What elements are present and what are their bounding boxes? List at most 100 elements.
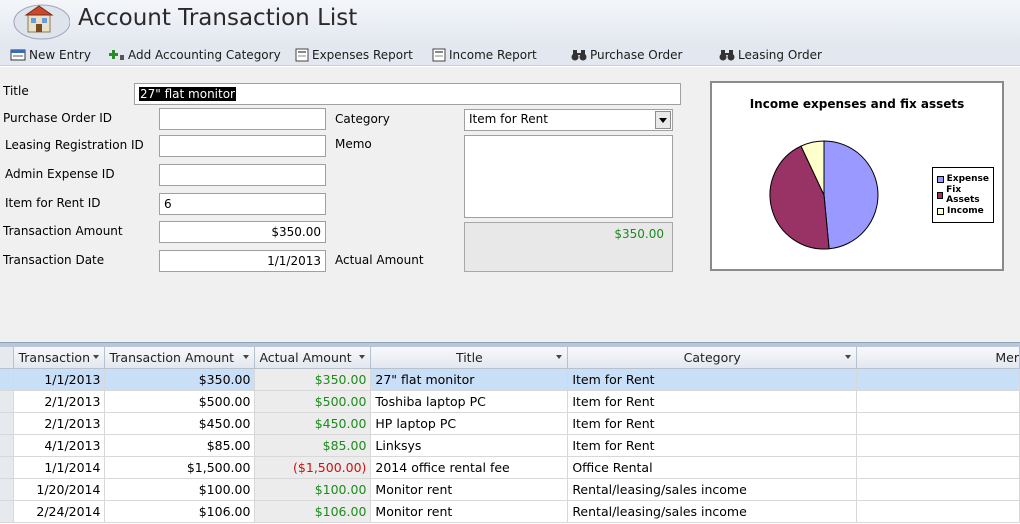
table-row[interactable]: 1/20/2014 $100.00 $100.00 Monitor rent Renta…: [0, 478, 1020, 501]
table-row[interactable]: 4/1/2013 $85.00 $85.00 Linksys Item for Rent: [0, 434, 1020, 457]
cell-amount[interactable]: $85.00: [104, 434, 256, 457]
transaction-grid: Transaction Transaction Amount Actual Am…: [0, 347, 1020, 524]
cell-date[interactable]: 1/20/2014: [13, 478, 106, 501]
table-row[interactable]: 1/1/2013 $350.00 $350.00 27" flat monitor It…: [0, 368, 1020, 391]
row-selector[interactable]: [0, 478, 15, 501]
cell-amount[interactable]: $350.00: [104, 368, 256, 391]
transaction-amount-field[interactable]: $350.00: [159, 221, 326, 243]
row-selector[interactable]: [0, 500, 15, 523]
cell-memo[interactable]: [856, 500, 1020, 523]
admin-label: Admin Expense ID: [5, 167, 115, 181]
title-label: Title: [3, 84, 29, 98]
po-label: Purchase Order ID: [3, 111, 113, 125]
cell-amount[interactable]: $1,500.00: [104, 456, 256, 479]
category-value: Item for Rent: [469, 112, 548, 126]
rent-label: Item for Rent ID: [5, 196, 101, 210]
cell-amount[interactable]: $500.00: [104, 390, 256, 413]
cell-category[interactable]: Item for Rent: [567, 390, 858, 413]
sort-dropdown-icon[interactable]: [93, 355, 100, 359]
table-row[interactable]: 2/24/2014 $106.00 $106.00 Monitor rent Renta…: [0, 500, 1020, 523]
leasing-label: Leasing Registration ID: [5, 138, 144, 152]
cell-actual[interactable]: ($1,500.00): [254, 456, 372, 479]
cell-category[interactable]: Item for Rent: [567, 434, 858, 457]
legend-swatch: [937, 191, 944, 199]
income-report-button[interactable]: Income Report: [432, 46, 537, 64]
expenses-report-button[interactable]: Expenses Report: [295, 46, 413, 64]
memo-label: Memo: [335, 137, 372, 151]
cell-actual[interactable]: $100.00: [254, 478, 372, 501]
cell-actual[interactable]: $450.00: [254, 412, 372, 435]
cell-date[interactable]: 2/1/2013: [13, 390, 106, 413]
sort-dropdown-icon[interactable]: [556, 355, 563, 359]
category-select[interactable]: Item for Rent: [464, 109, 673, 131]
cell-category[interactable]: Office Rental: [567, 456, 858, 479]
table-row[interactable]: 2/1/2013 $500.00 $500.00 Toshiba laptop PC I…: [0, 390, 1020, 413]
cell-category[interactable]: Rental/leasing/sales income: [567, 478, 858, 501]
cell-date[interactable]: 2/1/2013: [13, 412, 106, 435]
cell-memo[interactable]: [856, 456, 1020, 479]
new-entry-button[interactable]: New Entry: [10, 46, 91, 64]
actual-amount-field: $350.00: [464, 222, 673, 272]
cell-date[interactable]: 1/1/2014: [13, 456, 106, 479]
leasing-registration-id-field[interactable]: [159, 135, 326, 157]
chevron-down-icon[interactable]: [655, 111, 671, 129]
cell-date[interactable]: 1/1/2013: [13, 368, 106, 391]
item-for-rent-id-field[interactable]: 6: [159, 193, 326, 215]
table-row[interactable]: 2/1/2013 $450.00 $450.00 HP laptop PC Item f…: [0, 412, 1020, 435]
cell-category[interactable]: Item for Rent: [567, 412, 858, 435]
cell-memo[interactable]: [856, 390, 1020, 413]
cell-actual[interactable]: $106.00: [254, 500, 372, 523]
row-selector-header[interactable]: [0, 347, 15, 369]
income-report-label: Income Report: [449, 48, 537, 62]
cell-title[interactable]: Monitor rent: [370, 500, 569, 523]
binoculars-icon: [719, 50, 735, 61]
cell-amount[interactable]: $100.00: [104, 478, 256, 501]
cell-actual[interactable]: $500.00: [254, 390, 372, 413]
cell-date[interactable]: 2/24/2014: [13, 500, 106, 523]
cell-category[interactable]: Rental/leasing/sales income: [567, 500, 858, 523]
sort-dropdown-icon[interactable]: [845, 355, 852, 359]
cell-memo[interactable]: [856, 368, 1020, 391]
transaction-date-field[interactable]: 1/1/2013: [159, 250, 326, 272]
cell-title[interactable]: 27" flat monitor: [370, 368, 569, 391]
add-plus-icon: [109, 50, 124, 60]
column-header-category[interactable]: Category: [567, 347, 858, 369]
cell-memo[interactable]: [856, 478, 1020, 501]
sort-dropdown-icon[interactable]: [359, 355, 366, 359]
column-header-actual[interactable]: Actual Amount: [254, 347, 372, 369]
row-selector[interactable]: [0, 368, 15, 391]
column-header-amount[interactable]: Transaction Amount: [104, 347, 256, 369]
app-logo-icon: [13, 4, 70, 40]
cell-title[interactable]: HP laptop PC: [370, 412, 569, 435]
row-selector[interactable]: [0, 412, 15, 435]
cell-memo[interactable]: [856, 434, 1020, 457]
title-field[interactable]: 27" flat monitor: [134, 83, 681, 105]
purchase-order-id-field[interactable]: [159, 108, 326, 130]
leasing-order-button[interactable]: Leasing Order: [719, 46, 822, 64]
row-selector[interactable]: [0, 456, 15, 479]
cell-title[interactable]: Monitor rent: [370, 478, 569, 501]
cell-memo[interactable]: [856, 412, 1020, 435]
new-entry-label: New Entry: [29, 48, 91, 62]
pie-chart: Income expenses and fix assets Expense F…: [710, 81, 1004, 271]
column-header-transaction[interactable]: Transaction: [13, 347, 106, 369]
cell-title[interactable]: Toshiba laptop PC: [370, 390, 569, 413]
purchase-order-button[interactable]: Purchase Order: [571, 46, 682, 64]
cell-date[interactable]: 4/1/2013: [13, 434, 106, 457]
cell-amount[interactable]: $106.00: [104, 500, 256, 523]
cell-amount[interactable]: $450.00: [104, 412, 256, 435]
admin-expense-id-field[interactable]: [159, 164, 326, 186]
row-selector[interactable]: [0, 434, 15, 457]
add-category-button[interactable]: Add Accounting Category: [109, 46, 281, 64]
column-header-title[interactable]: Title: [370, 347, 569, 369]
cell-actual[interactable]: $85.00: [254, 434, 372, 457]
memo-field[interactable]: [464, 135, 673, 218]
cell-title[interactable]: 2014 office rental fee: [370, 456, 569, 479]
table-row[interactable]: 1/1/2014 $1,500.00 ($1,500.00) 2014 office …: [0, 456, 1020, 479]
row-selector[interactable]: [0, 390, 15, 413]
cell-category[interactable]: Item for Rent: [567, 368, 858, 391]
cell-title[interactable]: Linksys: [370, 434, 569, 457]
column-header-memo[interactable]: Mer: [856, 347, 1020, 369]
cell-actual[interactable]: $350.00: [254, 368, 372, 391]
sort-dropdown-icon[interactable]: [243, 355, 250, 359]
